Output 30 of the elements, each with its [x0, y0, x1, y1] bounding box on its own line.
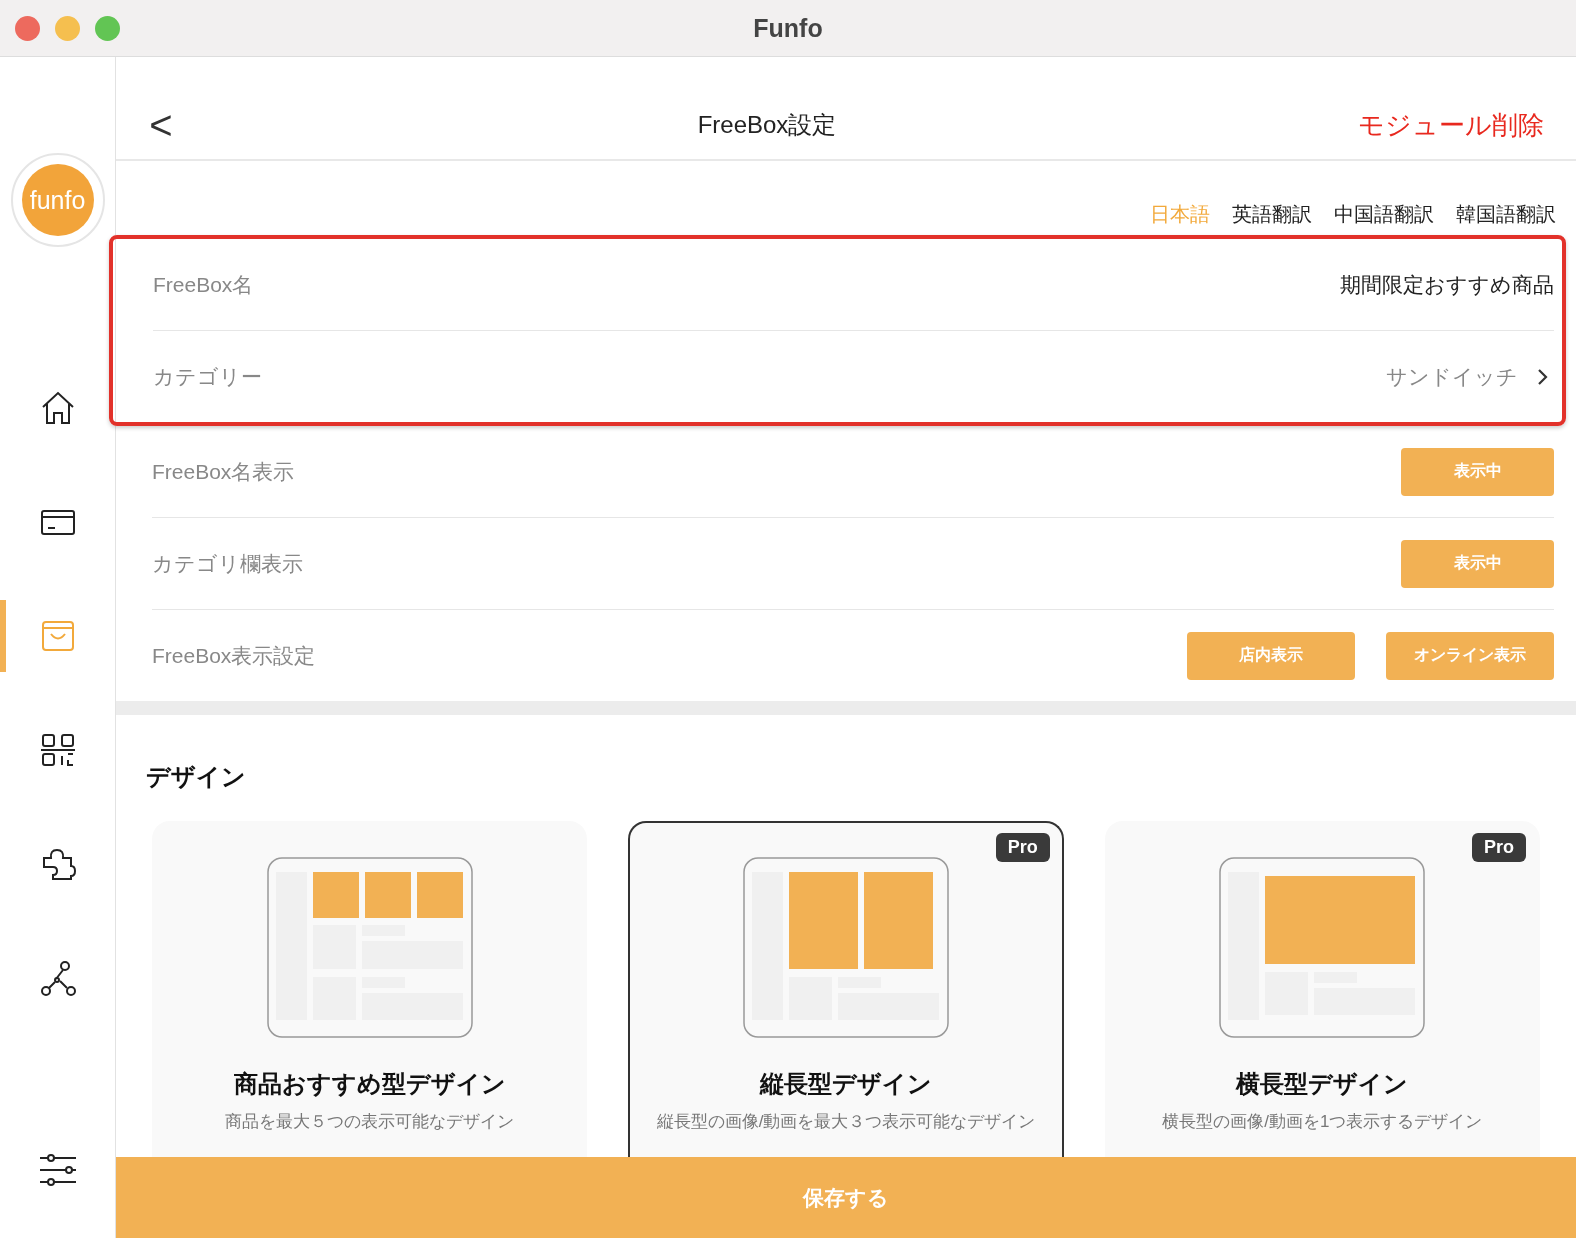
delete-module-link[interactable]: モジュール削除 — [1358, 107, 1544, 143]
setting-label: カテゴリ欄表示 — [152, 550, 303, 577]
close-button[interactable] — [15, 16, 40, 41]
pro-badge: Pro — [995, 833, 1050, 862]
window-title: Funfo — [753, 13, 823, 43]
design-card[interactable]: 商品おすすめ型デザイン 商品を最大５つの表示可能なデザイン — [152, 821, 588, 1157]
setting-label: カテゴリー — [153, 363, 262, 390]
back-button[interactable]: < — [146, 102, 176, 148]
design-description: 横長型の画像/動画を1つ表示するデザイン — [1162, 1111, 1483, 1133]
design-title: 横長型デザイン — [1236, 1069, 1409, 1099]
language-tab[interactable]: 中国語翻訳 — [1334, 191, 1434, 239]
design-card[interactable]: Pro 縦長型デザイン 縦長型の画像/動画を最大３つ表示可能なデザイン — [628, 821, 1064, 1157]
page-title: FreeBox設定 — [697, 110, 837, 140]
setting-value[interactable]: サンドイッチ — [1386, 362, 1518, 391]
design-description: 縦長型の画像/動画を最大３つ表示可能なデザイン — [656, 1111, 1036, 1133]
design-card[interactable]: Pro 横長型デザイン 横長型の画像/動画を1つ表示するデザイン — [1104, 821, 1540, 1157]
setting-label: FreeBox名表示 — [152, 458, 295, 485]
selection-indicator — [0, 600, 6, 672]
pro-badge: Pro — [1471, 833, 1526, 862]
language-tab[interactable]: 英語翻訳 — [1232, 191, 1312, 239]
setting-label: FreeBox表示設定 — [152, 642, 316, 669]
setting-label: FreeBox名 — [153, 271, 254, 298]
language-tab[interactable]: 韓国語翻訳 — [1456, 191, 1556, 239]
logo: funfo — [10, 153, 105, 247]
design-title: 商品おすすめ型デザイン — [233, 1069, 506, 1099]
design-title: 縦長型デザイン — [760, 1069, 932, 1099]
chevron-right-icon[interactable] — [1536, 366, 1548, 387]
design-description: 商品を最大５つの表示可能なデザイン — [225, 1111, 515, 1133]
section-heading: デザイン — [146, 762, 247, 792]
setting-value: 期間限定おすすめ商品 — [1340, 271, 1554, 298]
